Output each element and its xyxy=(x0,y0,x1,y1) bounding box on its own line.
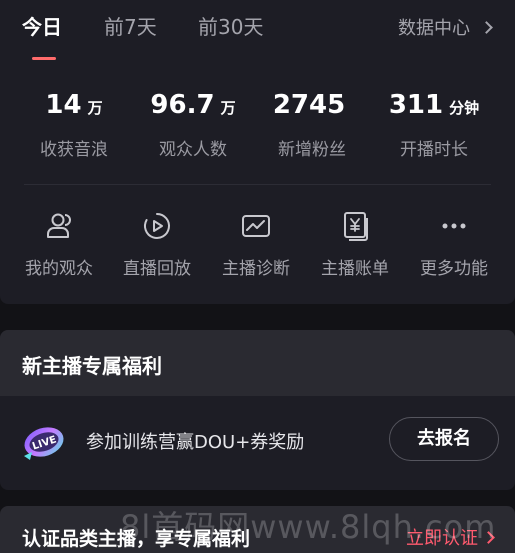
live-badge-icon: LIVE xyxy=(24,427,64,460)
tab-30-days[interactable]: 前30天 xyxy=(198,12,263,42)
active-tab-indicator xyxy=(32,57,56,60)
stat-value: 311 xyxy=(388,90,444,120)
func-label: 更多功能 xyxy=(420,259,488,279)
function-grid: 我的观众 直播回放 主播诊断 主播账单 更多功能 xyxy=(0,210,515,290)
tab-today[interactable]: 今日 xyxy=(22,12,62,42)
func-label: 主播账单 xyxy=(321,259,389,279)
diagnosis-icon xyxy=(242,215,270,237)
audience-icon xyxy=(47,213,71,238)
func-label: 直播回放 xyxy=(123,259,191,279)
stat-value: 14 xyxy=(45,90,82,120)
stat-new-fans[interactable]: 2745 新增粉丝 xyxy=(252,88,372,160)
bill-icon xyxy=(344,212,368,241)
chevron-right-icon xyxy=(480,20,493,34)
func-label: 我的观众 xyxy=(25,259,93,279)
new-host-welfare-card: 新主播专属福利 LIVE 参加训练营赢DOU+券奖励 去报名 xyxy=(0,330,515,490)
func-host-bill[interactable]: 主播账单 xyxy=(306,210,404,279)
welfare-header: 新主播专属福利 xyxy=(0,330,515,396)
stat-label: 开播时长 xyxy=(400,140,468,160)
stat-sound-waves[interactable]: 14 万 收获音浪 xyxy=(14,88,134,160)
stat-label: 观众人数 xyxy=(159,140,227,160)
signup-button[interactable]: 去报名 xyxy=(389,417,499,461)
func-my-audience[interactable]: 我的观众 xyxy=(10,210,108,279)
stat-label: 新增粉丝 xyxy=(278,140,346,160)
stat-label: 收获音浪 xyxy=(40,140,108,160)
func-live-replay[interactable]: 直播回放 xyxy=(108,210,206,279)
watermark: 8l首码网www.8lqh.com xyxy=(120,508,497,546)
func-more[interactable]: 更多功能 xyxy=(405,210,503,279)
replay-icon xyxy=(144,213,170,239)
data-center-link[interactable]: 数据中心 xyxy=(398,14,493,40)
stat-unit: 万 xyxy=(220,99,236,117)
stat-unit: 分钟 xyxy=(449,99,480,117)
stat-broadcast-duration[interactable]: 311 分钟 开播时长 xyxy=(374,88,494,160)
more-icon xyxy=(442,223,466,229)
welfare-title: 新主播专属福利 xyxy=(22,354,162,378)
stats-row: 14 万 收获音浪 96.7 万 观众人数 2745 新增粉丝 311 分钟 开播时长 xyxy=(0,88,515,168)
func-label: 主播诊断 xyxy=(222,259,290,279)
stat-unit: 万 xyxy=(87,99,103,117)
welfare-item-text: 参加训练营赢DOU+券奖励 xyxy=(86,432,305,453)
data-center-label: 数据中心 xyxy=(398,18,470,39)
stats-card: 今日 前7天 前30天 数据中心 14 万 收获音浪 96.7 万 观众人数 274… xyxy=(0,0,515,304)
welfare-item[interactable]: LIVE 参加训练营赢DOU+券奖励 去报名 xyxy=(0,412,515,472)
stat-value: 2745 xyxy=(272,90,346,120)
func-host-diagnosis[interactable]: 主播诊断 xyxy=(207,210,305,279)
stat-value: 96.7 xyxy=(150,90,215,120)
stat-viewers[interactable]: 96.7 万 观众人数 xyxy=(133,88,253,160)
tab-7-days[interactable]: 前7天 xyxy=(104,12,157,42)
divider xyxy=(24,184,491,185)
